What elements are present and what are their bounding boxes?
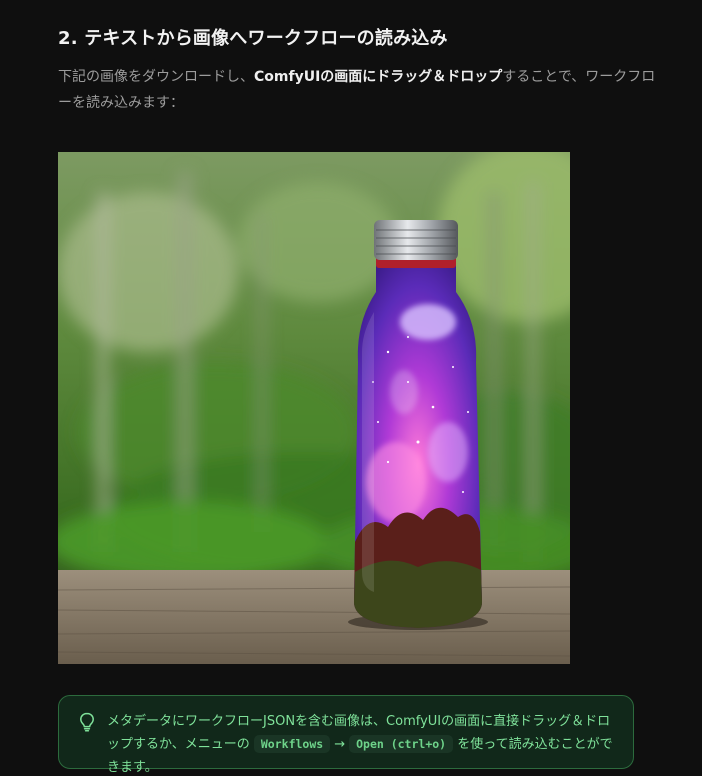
section-heading: 2. テキストから画像へワークフローの読み込み bbox=[58, 28, 448, 49]
galaxy-bottle-illustration bbox=[58, 152, 570, 664]
tip-callout: メタデータにワークフローJSONを含む画像は、ComfyUIの画面に直接ドラッグ… bbox=[58, 695, 634, 775]
arrow-separator: → bbox=[334, 737, 346, 752]
tip-text: メタデータにワークフローJSONを含む画像は、ComfyUIの画面に直接ドラッグ… bbox=[107, 710, 615, 776]
workflow-example-image[interactable] bbox=[58, 152, 570, 664]
intro-paragraph: 下記の画像をダウンロードし、ComfyUIの画面にドラッグ＆ドロップすることで、… bbox=[58, 64, 658, 116]
workflows-menu-code: Workflows bbox=[253, 735, 331, 753]
lightbulb-icon bbox=[79, 712, 95, 732]
intro-text-start: 下記の画像をダウンロードし、 bbox=[58, 69, 254, 85]
open-shortcut-code: Open (ctrl+o) bbox=[349, 735, 454, 753]
article-page: 2. テキストから画像へワークフローの読み込み 下記の画像をダウンロードし、Co… bbox=[0, 0, 702, 776]
intro-bold-drag-drop: ComfyUIの画面にドラッグ＆ドロップ bbox=[254, 69, 503, 85]
